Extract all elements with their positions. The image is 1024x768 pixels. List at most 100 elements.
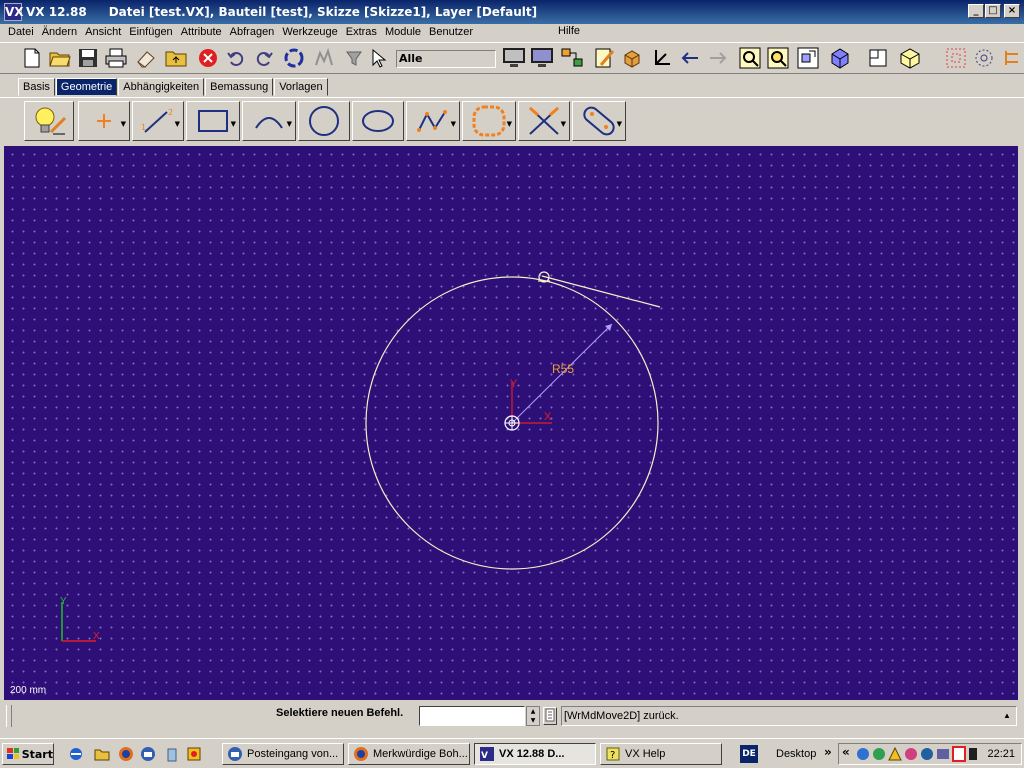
- ie-quicklaunch-icon[interactable]: [68, 746, 84, 762]
- app-quicklaunch-icon[interactable]: [186, 746, 202, 762]
- maximize-button[interactable]: □: [985, 4, 1001, 18]
- rectangle-dropdown-icon[interactable]: ▼: [231, 120, 236, 128]
- thunderbird-quicklaunch-icon[interactable]: [140, 746, 156, 762]
- snap-circle-icon[interactable]: [972, 46, 996, 70]
- spline-dropdown-icon[interactable]: ▼: [451, 120, 456, 128]
- desktop-toolbar-label[interactable]: Desktop: [776, 748, 816, 760]
- folder-quicklaunch-icon[interactable]: [94, 746, 110, 762]
- rectangle-tool-button[interactable]: ▼: [186, 101, 240, 141]
- sketch-line[interactable]: [541, 275, 661, 308]
- sketch-lightbulb-icon[interactable]: [24, 101, 74, 141]
- new-file-icon[interactable]: [20, 46, 44, 70]
- tab-bemassung[interactable]: Bemassung: [205, 78, 274, 96]
- menu-extras[interactable]: Extras: [342, 26, 381, 38]
- tray-expand-icon[interactable]: «: [842, 745, 850, 759]
- menu-abfragen[interactable]: Abfragen: [226, 26, 279, 38]
- message-area: [WrMdMove2D] zurück. ▲: [561, 706, 1017, 726]
- save-icon[interactable]: [76, 46, 100, 70]
- radius-dimension-label[interactable]: R55: [552, 362, 574, 376]
- ellipse-tool-button[interactable]: [352, 101, 404, 141]
- task-vx-active[interactable]: V VX 12.88 D...: [474, 743, 596, 765]
- cancel-icon[interactable]: [196, 46, 220, 70]
- task-posteingang[interactable]: Posteingang von...: [222, 743, 344, 765]
- slot-dropdown-icon[interactable]: ▼: [617, 120, 622, 128]
- trim-tool-button[interactable]: ▼: [518, 101, 570, 141]
- regenerate-icon[interactable]: [282, 46, 306, 70]
- grid-icon[interactable]: [944, 46, 968, 70]
- recycle-quicklaunch-icon[interactable]: [164, 746, 180, 762]
- zoom-window-icon[interactable]: [766, 46, 790, 70]
- display-shaded-icon[interactable]: [530, 46, 554, 70]
- tray-icons[interactable]: [855, 746, 979, 762]
- tab-vorlagen[interactable]: Vorlagen: [274, 78, 328, 96]
- arc-dropdown-icon[interactable]: ▼: [287, 120, 292, 128]
- menu-benutzer[interactable]: Benutzer: [425, 26, 477, 38]
- task-label: Merkwürdige Boh...: [373, 748, 468, 760]
- fillet-tool-button[interactable]: ▼: [462, 101, 516, 141]
- menu-attribute[interactable]: Attribute: [177, 26, 226, 38]
- point-dropdown-icon[interactable]: ▼: [121, 120, 126, 128]
- status-grip[interactable]: [6, 705, 12, 727]
- minimize-button[interactable]: _: [968, 4, 984, 18]
- command-tabs: Basis Geometrie Abhängigkeiten Bemassung…: [18, 78, 329, 96]
- back-arrow-icon[interactable]: [678, 46, 702, 70]
- trim-dropdown-icon[interactable]: ▼: [561, 120, 566, 128]
- trim-icon: [529, 106, 559, 135]
- task-merkwuerdige[interactable]: Merkwürdige Boh...: [348, 743, 470, 765]
- print-icon[interactable]: [104, 46, 128, 70]
- tab-basis[interactable]: Basis: [18, 78, 55, 96]
- arc-tool-button[interactable]: ▼: [242, 101, 296, 141]
- toolbar-overflow-icon[interactable]: [1000, 46, 1024, 70]
- sketch-edit-icon[interactable]: [592, 46, 616, 70]
- menu-aendern[interactable]: Ändern: [38, 26, 81, 38]
- point-tool-button[interactable]: ▼: [78, 101, 130, 141]
- command-history-spinner[interactable]: ▲ ▼: [526, 706, 540, 726]
- select-pointer-icon[interactable]: [368, 46, 392, 70]
- menu-hilfe[interactable]: Hilfe: [558, 25, 580, 37]
- view-plane-icon[interactable]: [866, 46, 890, 70]
- part-icon[interactable]: [620, 46, 644, 70]
- desktop-chevron-icon[interactable]: »: [824, 745, 832, 759]
- forward-arrow-icon[interactable]: [706, 46, 730, 70]
- coordinate-icon[interactable]: [650, 46, 674, 70]
- command-list-icon[interactable]: [543, 707, 557, 725]
- command-input[interactable]: [419, 706, 525, 726]
- title-bar: VX VX 12.88 Datei [test.VX], Bauteil [te…: [0, 0, 1024, 24]
- selection-filter-field[interactable]: Alle: [396, 50, 496, 68]
- close-button[interactable]: ×: [1004, 4, 1020, 18]
- filter-icon[interactable]: [342, 46, 366, 70]
- clock: 22:21: [987, 748, 1015, 760]
- fillet-dropdown-icon[interactable]: ▼: [507, 120, 512, 128]
- start-button[interactable]: Start: [2, 743, 54, 765]
- slot-tool-button[interactable]: ▼: [572, 101, 626, 141]
- menu-ansicht[interactable]: Ansicht: [81, 26, 125, 38]
- display-icon[interactable]: [502, 46, 526, 70]
- history-icon[interactable]: [312, 46, 336, 70]
- menu-werkzeuge[interactable]: Werkzeuge: [278, 26, 341, 38]
- tab-abhaengigkeiten[interactable]: Abhängigkeiten: [118, 78, 205, 96]
- language-indicator[interactable]: DE: [740, 745, 758, 763]
- menu-einfuegen[interactable]: Einfügen: [125, 26, 176, 38]
- spline-tool-button[interactable]: ▼: [406, 101, 460, 141]
- zoom-all-icon[interactable]: [738, 46, 762, 70]
- folder-up-icon[interactable]: [164, 46, 188, 70]
- firefox-quicklaunch-icon[interactable]: [118, 746, 134, 762]
- menu-module[interactable]: Module: [381, 26, 425, 38]
- line-dropdown-icon[interactable]: ▼: [175, 120, 180, 128]
- circle-tool-button[interactable]: [298, 101, 350, 141]
- task-vx-help[interactable]: ? VX Help: [600, 743, 722, 765]
- line-tool-button[interactable]: 12 ▼: [132, 101, 184, 141]
- origin-point-icon[interactable]: [504, 415, 520, 431]
- open-folder-icon[interactable]: [48, 46, 72, 70]
- tab-geometrie[interactable]: Geometrie: [55, 78, 118, 96]
- view-wireframe-icon[interactable]: [898, 46, 922, 70]
- drawing-canvas[interactable]: R55 Y X Y X 200 mm: [4, 146, 1018, 700]
- menu-datei[interactable]: Datei: [4, 26, 38, 38]
- eraser-icon[interactable]: [134, 46, 158, 70]
- layer-manager-icon[interactable]: [560, 46, 584, 70]
- undo-icon[interactable]: [224, 46, 248, 70]
- view-iso-icon[interactable]: [828, 46, 852, 70]
- view-fit-icon[interactable]: [796, 46, 820, 70]
- redo-icon[interactable]: [252, 46, 276, 70]
- message-scroll-up-icon[interactable]: ▲: [1000, 709, 1014, 723]
